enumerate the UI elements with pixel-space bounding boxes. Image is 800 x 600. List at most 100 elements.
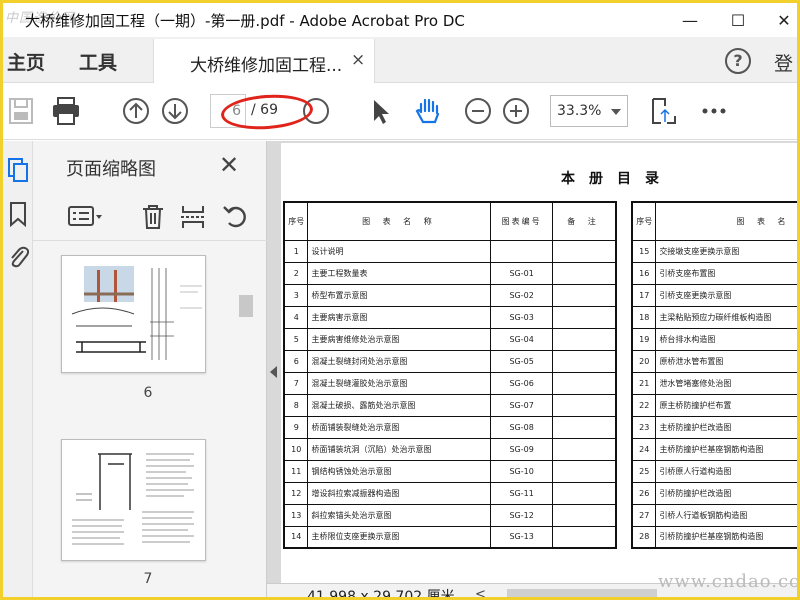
zoom-in-icon[interactable] xyxy=(501,96,531,126)
bookmark-icon[interactable] xyxy=(7,201,29,227)
attachment-icon[interactable] xyxy=(7,243,29,269)
scroll-left-arrow[interactable]: < xyxy=(475,587,486,597)
toc-header-row: 序号 图 表 名 称 图表编号 备 注 xyxy=(283,201,617,241)
toc-cell-note xyxy=(551,239,617,263)
zoom-value: 33.3% xyxy=(557,103,602,119)
toc-row: 22 原主桥防撞护栏布置 xyxy=(631,393,797,417)
toc-cell-name: 主要病害示意图 xyxy=(307,305,492,329)
save-icon[interactable] xyxy=(7,96,37,126)
previous-page-icon[interactable] xyxy=(121,96,151,126)
page-thumbnails-icon[interactable] xyxy=(7,157,29,183)
extract-pages-icon[interactable] xyxy=(179,203,207,231)
thumbnail-options-icon[interactable] xyxy=(67,203,105,231)
toc-cell-name: 桥面铺装裂缝处治示意图 xyxy=(307,415,492,439)
toc-cell-n: 10 xyxy=(283,437,309,461)
toc-header-cell: 图 表 名 称 xyxy=(655,201,797,241)
toc-cell-code: SG-08 xyxy=(490,415,553,439)
toc-row: 21 泄水管堵塞修处治图 xyxy=(631,371,797,395)
toc-cell-n: 5 xyxy=(283,327,309,351)
toc-cell-name: 斜拉索锚头处治示意图 xyxy=(307,503,492,527)
toc-cell-name: 原桥泄水管布置图 xyxy=(655,349,797,373)
toc-cell-note xyxy=(551,327,617,351)
select-cursor-icon[interactable] xyxy=(365,96,395,126)
zoom-out-icon[interactable] xyxy=(463,96,493,126)
toc-cell-name: 增设斜拉索减振器构造图 xyxy=(307,481,492,505)
chevron-down-icon xyxy=(611,109,621,115)
toc-cell-n: 7 xyxy=(283,371,309,395)
toc-cell-code xyxy=(490,239,553,263)
thumbnail-page-number: 7 xyxy=(143,571,153,587)
tab-close-button[interactable]: × xyxy=(351,50,365,70)
toc-cell-name: 主要病害维修处治示意图 xyxy=(307,327,492,351)
toc-cell-n: 21 xyxy=(631,371,657,395)
help-icon[interactable]: ? xyxy=(725,48,751,74)
toc-row: 13 斜拉索锚头处治示意图 SG-12 xyxy=(283,503,617,527)
toc-cell-n: 26 xyxy=(631,481,657,505)
thumbnails-toolbar xyxy=(33,193,267,241)
toc-cell-n: 17 xyxy=(631,283,657,307)
horizontal-scrollbar[interactable] xyxy=(507,589,657,597)
close-window-button[interactable]: ✕ xyxy=(761,3,797,37)
toc-cell-n: 14 xyxy=(283,525,309,549)
toc-header-cell: 序号 xyxy=(631,201,657,241)
thumbnail-drawing xyxy=(71,266,202,360)
toolbar: 6 / 69 33.3% xyxy=(3,84,797,140)
page-thumbnail[interactable] xyxy=(61,439,206,561)
toc-row: 23 主桥防撞护栏改造图 xyxy=(631,415,797,439)
toc-row: 1 设计说明 xyxy=(283,239,617,263)
minimize-button[interactable]: — xyxy=(667,3,713,37)
toc-cell-name: 混凝土裂缝封闭处治示意图 xyxy=(307,349,492,373)
toc-cell-code: SG-11 xyxy=(490,481,553,505)
thumbnails-scrollbar[interactable] xyxy=(239,295,253,317)
toc-table-right: 序号 图 表 名 称 15交接墩支座更换示意图16引桥支座布置图17引桥支座更换… xyxy=(631,201,797,549)
toc-cell-code: SG-09 xyxy=(490,437,553,461)
collapse-panel-arrow[interactable] xyxy=(270,366,277,378)
close-panel-button[interactable]: ✕ xyxy=(219,151,239,179)
page-thumbnail[interactable] xyxy=(61,255,206,373)
toc-cell-name: 泄水管堵塞修处治图 xyxy=(655,371,797,395)
page-heading: 本册目录 xyxy=(561,171,673,187)
toc-cell-code: SG-13 xyxy=(490,525,553,549)
thumbnails-title: 页面缩略图 xyxy=(66,159,156,180)
menu-home[interactable]: 主页 xyxy=(7,48,45,75)
toc-cell-code: SG-07 xyxy=(490,393,553,417)
toc-row: 11 钢结构锈蚀处治示意图 SG-10 xyxy=(283,459,617,483)
toc-row: 15 交接墩支座更换示意图 xyxy=(631,239,797,263)
toc-cell-note xyxy=(551,349,617,373)
toc-row: 6 混凝土裂缝封闭处治示意图 SG-05 xyxy=(283,349,617,373)
window-title: 大桥维修加固工程（一期）-第一册.pdf - Adobe Acrobat Pro… xyxy=(25,12,465,30)
toc-row: 9 桥面铺装裂缝处治示意图 SG-08 xyxy=(283,415,617,439)
toc-cell-note xyxy=(551,503,617,527)
toc-cell-name: 引桥支座更换示意图 xyxy=(655,283,797,307)
toc-row: 27 引桥人行道板钢筋构造图 xyxy=(631,503,797,527)
tab-document[interactable]: 大桥维修加固工程... × xyxy=(153,39,375,83)
maximize-button[interactable]: ☐ xyxy=(715,3,761,37)
toc-cell-n: 24 xyxy=(631,437,657,461)
fit-page-icon[interactable] xyxy=(649,96,679,126)
toc-cell-name: 桥型布置示意图 xyxy=(307,283,492,307)
hand-tool-icon[interactable] xyxy=(413,96,443,126)
login-button[interactable]: 登 xyxy=(774,49,793,76)
toc-row: 18 主梁粘贴预应力碳纤维板构造图 xyxy=(631,305,797,329)
toc-cell-name: 引桥原人行道构造图 xyxy=(655,459,797,483)
toc-cell-n: 12 xyxy=(283,481,309,505)
toc-table-left: 序号 图 表 名 称 图表编号 备 注 1 设计说明 2 主要工程数量表 SG-01 3 桥… xyxy=(283,201,617,549)
toc-cell-n: 19 xyxy=(631,327,657,351)
toc-cell-note xyxy=(551,481,617,505)
zoom-select[interactable]: 33.3% xyxy=(550,95,628,127)
delete-icon[interactable] xyxy=(139,203,167,231)
toc-cell-n: 15 xyxy=(631,239,657,263)
next-page-icon[interactable] xyxy=(160,96,190,126)
toc-cell-name: 混凝土破损、露筋处治示意图 xyxy=(307,393,492,417)
app-window: 中国造价网 大桥维修加固工程（一期）-第一册.pdf - Adobe Acrob… xyxy=(0,0,800,600)
print-icon[interactable] xyxy=(51,96,81,126)
toc-cell-note xyxy=(551,525,617,549)
rotate-icon[interactable] xyxy=(221,203,249,231)
toc-cell-name: 主桥防撞护栏改造图 xyxy=(655,415,797,439)
menu-tools[interactable]: 工具 xyxy=(79,48,117,75)
toc-row: 2 主要工程数量表 SG-01 xyxy=(283,261,617,285)
toc-cell-n: 28 xyxy=(631,525,657,549)
toc-cell-code: SG-02 xyxy=(490,283,553,307)
toc-cell-n: 6 xyxy=(283,349,309,373)
more-options-icon[interactable] xyxy=(699,96,729,126)
